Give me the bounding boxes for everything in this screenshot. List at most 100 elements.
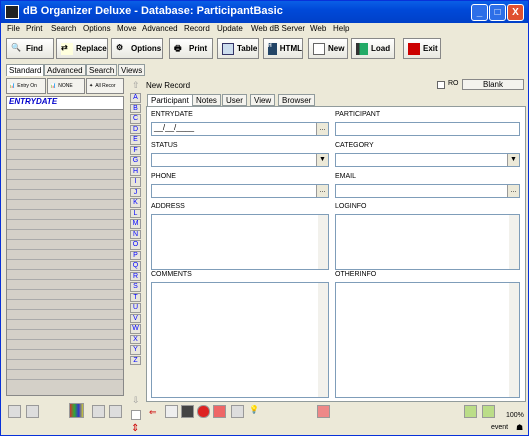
- list-row[interactable]: [7, 370, 123, 380]
- date-picker-button[interactable]: ...: [316, 123, 328, 135]
- menu-print[interactable]: Print: [26, 24, 42, 33]
- list-row[interactable]: [7, 110, 123, 120]
- list-row[interactable]: [7, 260, 123, 270]
- tab-views[interactable]: Views: [118, 64, 146, 76]
- list-row[interactable]: [7, 300, 123, 310]
- otherinfo-textarea[interactable]: [335, 282, 520, 398]
- chevron-down-icon[interactable]: ▼: [316, 154, 328, 166]
- scrollbar[interactable]: [318, 283, 328, 397]
- html-button[interactable]: H HTML: [263, 38, 303, 59]
- letter-l[interactable]: L: [130, 208, 141, 218]
- list-row[interactable]: [7, 190, 123, 200]
- menu-help[interactable]: Help: [333, 24, 349, 33]
- letter-d[interactable]: D: [130, 124, 141, 134]
- menu-web-db-server[interactable]: Web dB Server: [251, 24, 305, 33]
- letter-s[interactable]: S: [130, 282, 141, 292]
- list-row[interactable]: [7, 340, 123, 350]
- print-button[interactable]: 🖶 Print: [169, 38, 213, 59]
- first-record-icon[interactable]: [8, 405, 21, 418]
- checkbox[interactable]: [131, 410, 141, 420]
- readonly-checkbox[interactable]: [437, 81, 445, 89]
- letter-h[interactable]: H: [130, 166, 141, 176]
- letter-t[interactable]: T: [130, 292, 141, 302]
- letter-z[interactable]: Z: [130, 355, 141, 365]
- comments-textarea[interactable]: [151, 282, 329, 398]
- chevron-down-icon[interactable]: ▼: [507, 154, 519, 166]
- lightbulb-icon[interactable]: 💡: [249, 405, 262, 418]
- list-row[interactable]: [7, 170, 123, 180]
- close-button[interactable]: X: [507, 4, 524, 21]
- maximize-button[interactable]: □: [489, 4, 506, 21]
- export-icon[interactable]: [482, 405, 495, 418]
- letter-v[interactable]: V: [130, 313, 141, 323]
- scrollbar[interactable]: [509, 283, 519, 397]
- back-arrow-icon[interactable]: ⇐: [149, 407, 162, 420]
- tab-notes[interactable]: Notes: [192, 94, 221, 106]
- list-row[interactable]: [7, 330, 123, 340]
- participant-field[interactable]: [335, 122, 520, 136]
- entrydate-field[interactable]: __/__/____...: [151, 122, 329, 136]
- scroll-up-arrow[interactable]: ⇧: [132, 80, 140, 91]
- list-row[interactable]: [7, 290, 123, 300]
- letter-n[interactable]: N: [130, 229, 141, 239]
- letter-f[interactable]: F: [130, 145, 141, 155]
- entry-order-button[interactable]: 📊 Entry On: [6, 78, 46, 94]
- letter-b[interactable]: B: [130, 103, 141, 113]
- letter-c[interactable]: C: [130, 114, 141, 124]
- phone-lookup-button[interactable]: ...: [316, 185, 328, 197]
- next-record-icon[interactable]: [92, 405, 105, 418]
- record-copy-icon[interactable]: [231, 405, 244, 418]
- menu-options[interactable]: Options: [83, 24, 111, 33]
- list-row[interactable]: [7, 140, 123, 150]
- tab-search[interactable]: Search: [86, 64, 118, 76]
- list-row[interactable]: [7, 220, 123, 230]
- letter-r[interactable]: R: [130, 271, 141, 281]
- menu-move[interactable]: Move: [117, 24, 137, 33]
- list-row[interactable]: [7, 120, 123, 130]
- trash-icon[interactable]: [181, 405, 194, 418]
- minimize-button[interactable]: _: [471, 4, 488, 21]
- last-record-icon[interactable]: [109, 405, 122, 418]
- category-select[interactable]: ▼: [335, 153, 520, 167]
- list-row[interactable]: [7, 270, 123, 280]
- color-grid-icon[interactable]: [69, 403, 84, 418]
- letter-w[interactable]: W: [130, 324, 141, 334]
- letter-k[interactable]: K: [130, 198, 141, 208]
- menu-update[interactable]: Update: [217, 24, 243, 33]
- load-button[interactable]: Load: [351, 38, 395, 59]
- list-row[interactable]: [7, 180, 123, 190]
- letter-e[interactable]: E: [130, 135, 141, 145]
- list-row[interactable]: [7, 360, 123, 370]
- none-button[interactable]: 📊 NONE: [47, 78, 85, 94]
- email-lookup-button[interactable]: ...: [507, 185, 519, 197]
- tab-advanced[interactable]: Advanced: [44, 64, 86, 76]
- letter-u[interactable]: U: [130, 303, 141, 313]
- find-button[interactable]: 🔍 Find: [6, 38, 54, 59]
- letter-o[interactable]: O: [130, 240, 141, 250]
- email-field[interactable]: ...: [335, 184, 520, 198]
- tab-participant[interactable]: Participant: [147, 94, 193, 106]
- tab-user[interactable]: User: [222, 94, 247, 106]
- replace-button[interactable]: ⇄ Replace: [56, 38, 108, 59]
- letter-m[interactable]: M: [130, 219, 141, 229]
- list-row[interactable]: [7, 240, 123, 250]
- previous-record-icon[interactable]: [26, 405, 39, 418]
- list-row[interactable]: [7, 200, 123, 210]
- letter-g[interactable]: G: [130, 156, 141, 166]
- address-textarea[interactable]: [151, 214, 329, 270]
- menu-file[interactable]: File: [7, 24, 20, 33]
- list-row[interactable]: [7, 250, 123, 260]
- letter-p[interactable]: P: [130, 250, 141, 260]
- menu-record[interactable]: Record: [184, 24, 210, 33]
- letter-a[interactable]: A: [130, 93, 141, 103]
- exit-button[interactable]: Exit: [403, 38, 441, 59]
- all-records-button[interactable]: ✦ All Recor: [86, 78, 124, 94]
- list-row[interactable]: [7, 150, 123, 160]
- scrollbar[interactable]: [509, 215, 519, 269]
- list-header[interactable]: ENTRYDATE: [7, 97, 123, 110]
- tab-view[interactable]: View: [250, 94, 276, 106]
- records-list[interactable]: ENTRYDATE: [6, 96, 124, 396]
- letter-i[interactable]: I: [130, 177, 141, 187]
- list-row[interactable]: [7, 130, 123, 140]
- menu-web[interactable]: Web: [310, 24, 326, 33]
